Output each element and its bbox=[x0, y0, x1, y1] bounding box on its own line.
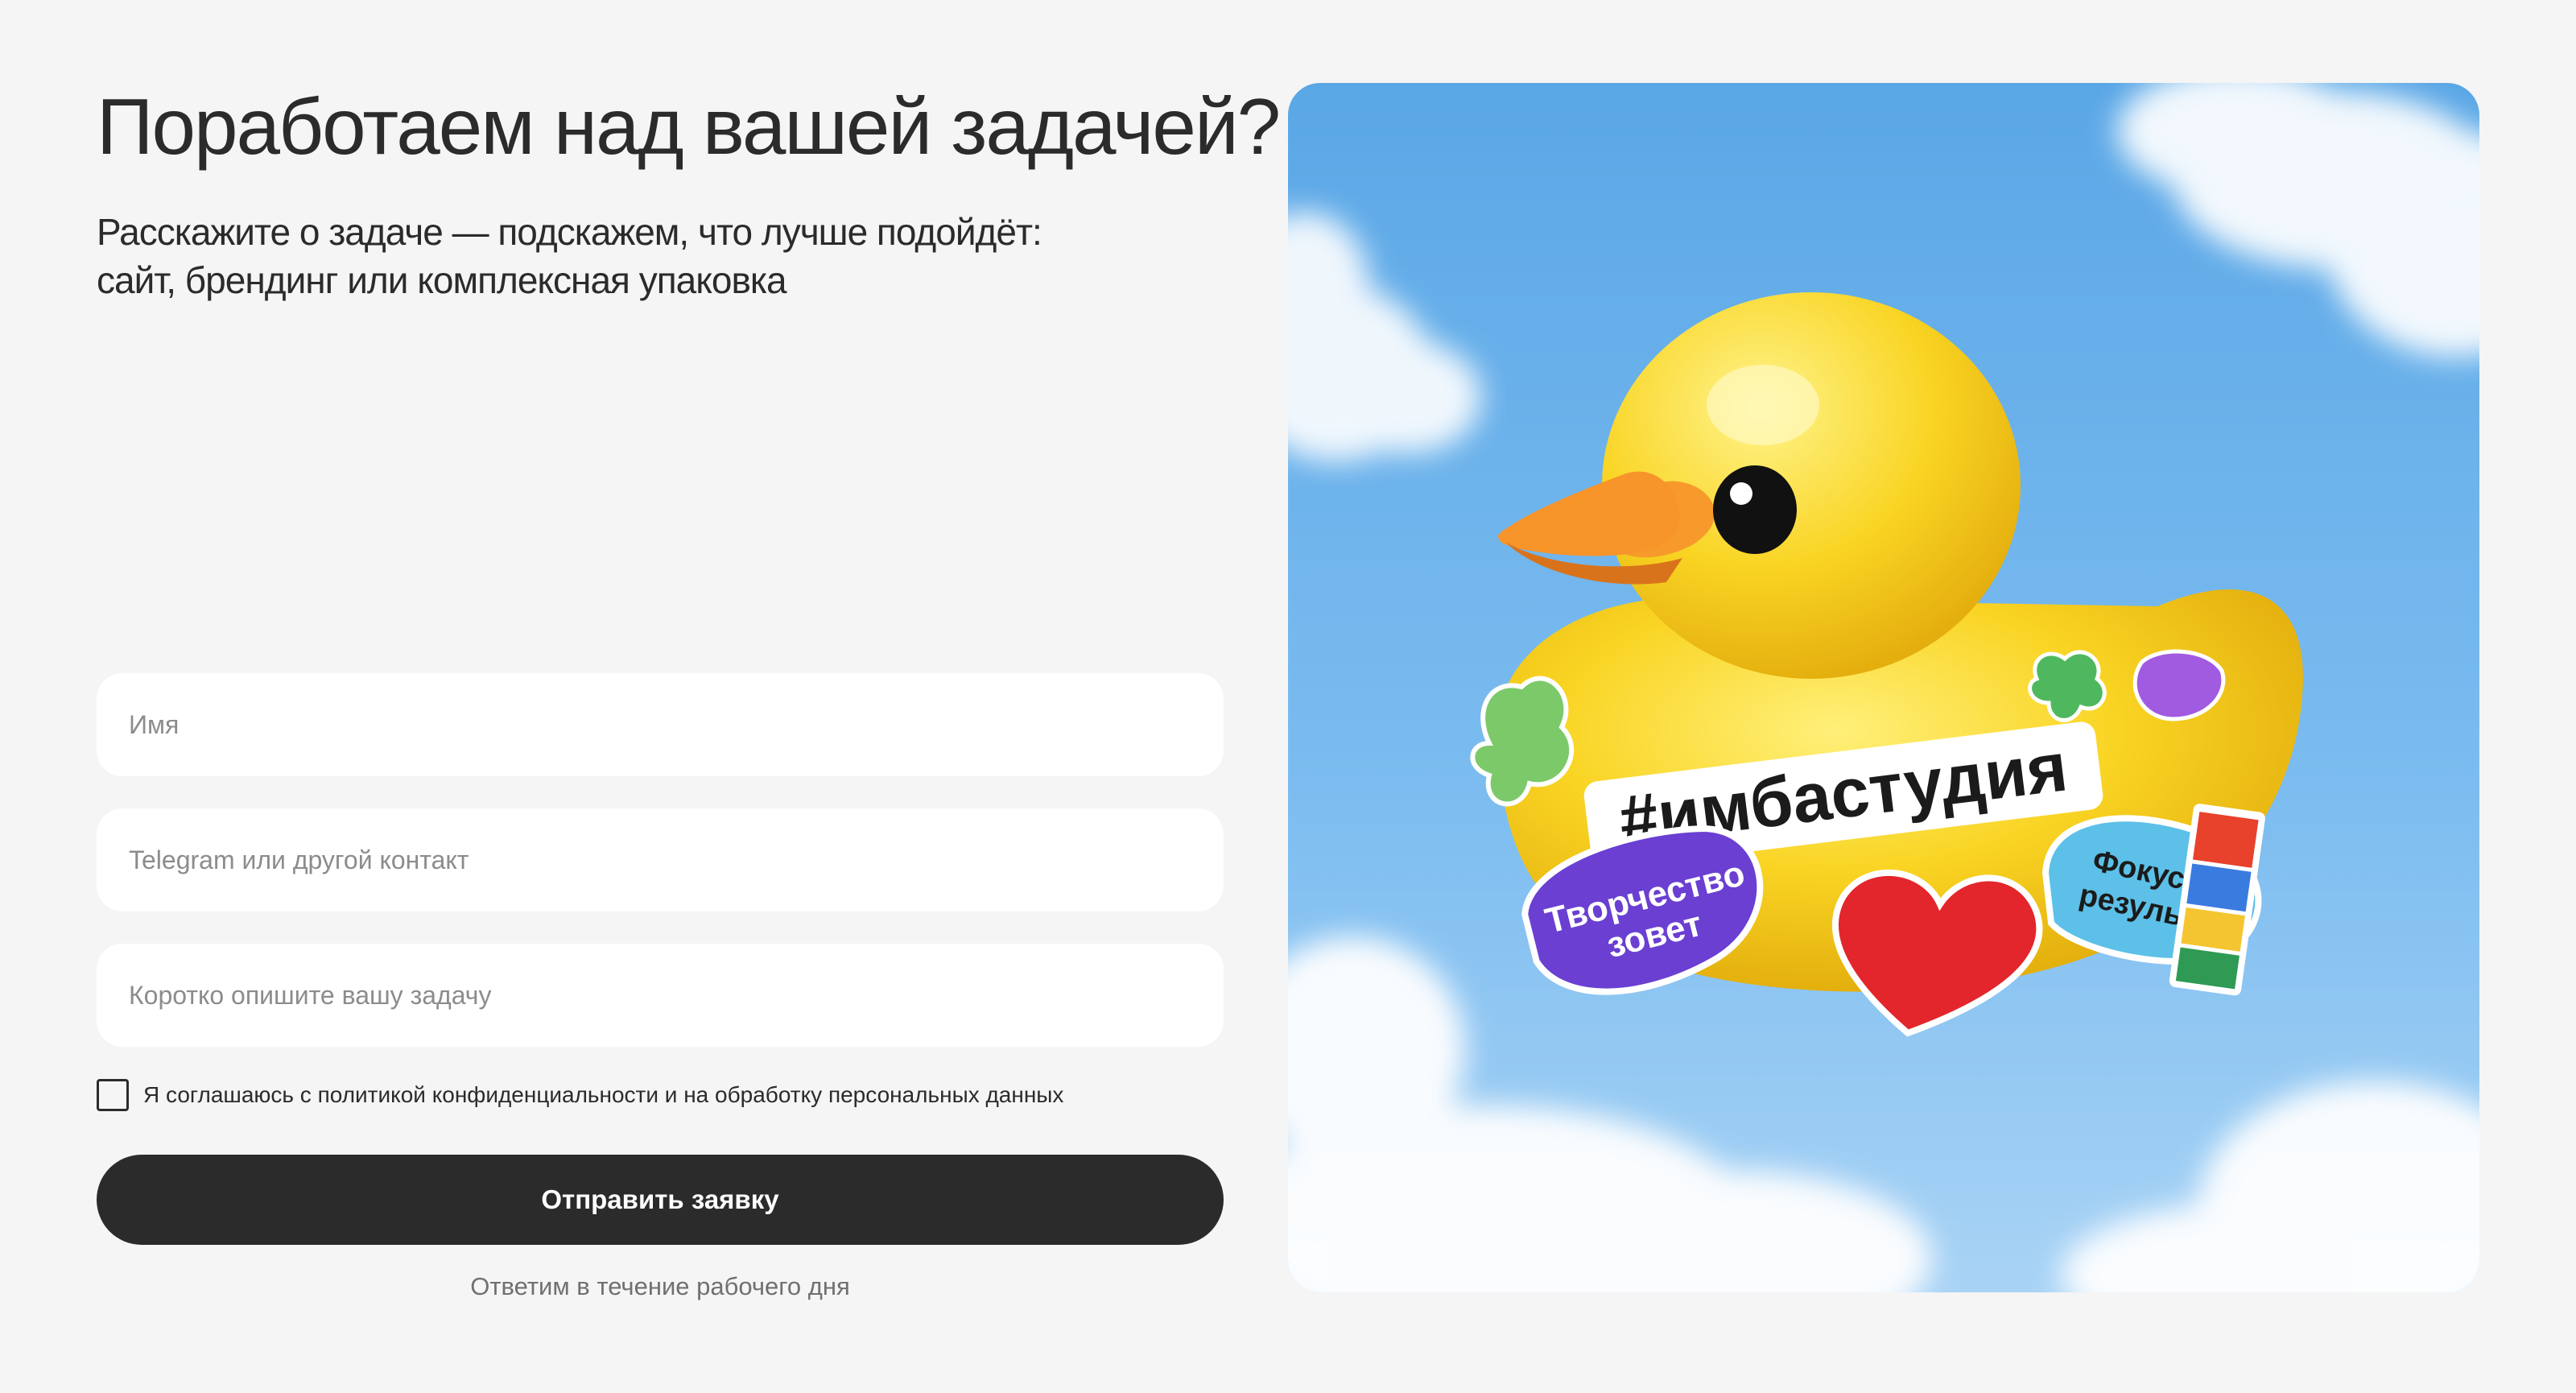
subtitle-line-1: Расскажите о задаче — подскажем, что луч… bbox=[97, 211, 1042, 253]
duck-eye bbox=[1713, 465, 1797, 554]
name-input[interactable] bbox=[129, 709, 1191, 740]
submit-button[interactable]: Отправить заявку bbox=[97, 1155, 1224, 1245]
rubber-duck-image: #имбастудия Творчество зовет Фокус на ре… bbox=[1288, 83, 2479, 1292]
subtitle-line-2: сайт, брендинг или комплексная упаковка bbox=[97, 259, 787, 301]
consent-label[interactable]: Я соглашаюсь с политикой конфиденциально… bbox=[143, 1082, 1063, 1108]
task-input[interactable] bbox=[129, 980, 1191, 1011]
task-field[interactable] bbox=[97, 944, 1224, 1047]
purple-blob-sticker bbox=[2132, 649, 2226, 721]
form-column: Поработаем над вашей задачей? Расскажите… bbox=[97, 0, 1281, 1393]
consent-checkbox[interactable] bbox=[97, 1079, 129, 1111]
contact-field[interactable] bbox=[97, 808, 1224, 911]
response-note: Ответим в течение рабочего дня bbox=[470, 1272, 850, 1300]
page-subtitle: Расскажите о задаче — подскажем, что луч… bbox=[97, 208, 1224, 304]
page-title: Поработаем над вашей задачей? bbox=[97, 82, 1281, 171]
duck-illustration: #имбастудия Творчество зовет Фокус на ре… bbox=[1288, 83, 2479, 1292]
request-form: Я соглашаюсь с политикой конфиденциально… bbox=[97, 673, 1224, 1301]
name-field[interactable] bbox=[97, 673, 1224, 776]
consent-row: Я соглашаюсь с политикой конфиденциально… bbox=[97, 1076, 1224, 1114]
contact-section: Поработаем над вашей задачей? Расскажите… bbox=[0, 0, 2576, 1393]
contact-input[interactable] bbox=[129, 845, 1191, 875]
